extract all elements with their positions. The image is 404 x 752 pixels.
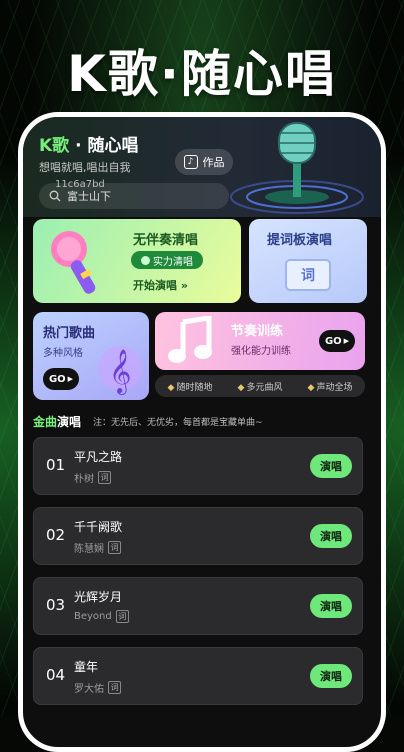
section-title-rest: 演唱 [57, 415, 82, 429]
song-number: 04 [46, 666, 66, 684]
hot-songs-go-button[interactable]: GO ▶ [43, 368, 79, 390]
tag-item: ◆ 随时随地 [168, 380, 213, 393]
music-note-art-icon [168, 316, 212, 363]
acappella-badge: 实力清唱 [131, 251, 203, 269]
section-title: 金曲演唱 [33, 413, 81, 430]
sing-button[interactable]: 演唱 [310, 664, 352, 688]
lyrics-icon[interactable]: 词 [108, 681, 121, 694]
teleprompter-board-icon: 词 [285, 259, 331, 291]
song-artist-line: 陈慧娴 词 [74, 540, 121, 555]
ticket-icon: ◆ [307, 382, 315, 393]
acappella-badge-label: 实力清唱 [153, 256, 193, 268]
song-artist-line: 朴树 词 [74, 470, 111, 485]
app-subtitle: 想唱就唱,唱出自我 [39, 161, 131, 174]
song-number: 01 [46, 456, 66, 474]
song-name: 千千阙歌 [74, 520, 123, 534]
tag-label: 声动全场 [316, 382, 353, 393]
hot-songs-title: 热门歌曲 [43, 326, 96, 341]
song-name: 童年 [74, 660, 99, 674]
music-note-icon: ♪ [183, 155, 198, 169]
hot-songs-card[interactable]: 热门歌曲 多种风格 𝄞 GO ▶ [33, 312, 149, 400]
play-triangle-icon: ▶ [343, 337, 350, 345]
section-note: 注：无先后、无优劣，每首都是宝藏单曲~ [93, 418, 263, 428]
song-name: 平凡之路 [74, 450, 123, 464]
song-number: 02 [46, 526, 66, 544]
app-title-k: K歌 [39, 136, 70, 156]
song-artist: 朴树 [74, 474, 94, 485]
rhythm-subtitle: 强化能力训练 [231, 346, 291, 357]
song-artist: 罗大佑 [74, 684, 104, 695]
acappella-card[interactable]: 无伴奏清唱 实力清唱 开始演唱 » [33, 219, 241, 303]
search-placeholder: 富士山下 [67, 190, 111, 203]
microphone-art-icon [230, 122, 364, 214]
lyrics-icon[interactable]: 词 [115, 610, 129, 623]
song-artist: Beyond [74, 611, 112, 622]
song-artist-line: 罗大佑 词 [74, 680, 121, 695]
section-title-gold: 金曲 [33, 415, 58, 429]
app-title-rest: · 随心唱 [69, 136, 139, 156]
teleprompter-card[interactable]: 提词板演唱 词 [249, 219, 367, 303]
acappella-start[interactable]: 开始演唱 » [133, 277, 188, 293]
rhythm-title: 节奏训练 [231, 324, 284, 339]
rhythm-go-button[interactable]: GO ▶ [319, 330, 355, 352]
ticket-icon: ◆ [167, 382, 175, 393]
app-title: K歌 · 随心唱 [39, 131, 138, 156]
phone-frame: K歌 · 随心唱 想唱就唱,唱出自我 ♪ 作品 富士山下 11c6a7bd 无伴… [18, 112, 386, 752]
lyrics-icon[interactable]: 词 [108, 541, 121, 554]
play-triangle-icon: ▶ [67, 375, 74, 383]
search-icon [49, 190, 61, 202]
teleprompter-title: 提词板演唱 [267, 233, 333, 248]
tag-item: ◆ 多元曲风 [238, 380, 283, 393]
microphone-icon [51, 231, 96, 294]
promo-headline: K歌·随心唱 [67, 45, 337, 103]
acappella-title: 无伴奏清唱 [133, 233, 199, 248]
sing-button[interactable]: 演唱 [310, 594, 352, 618]
rhythm-card[interactable]: 节奏训练 强化能力训练 GO ▶ [155, 312, 365, 370]
song-row[interactable]: 01 平凡之路 朴树 词 演唱 [33, 437, 363, 495]
hot-songs-subtitle: 多种风格 [43, 348, 83, 359]
tag-label: 多元曲风 [246, 382, 283, 393]
sing-button[interactable]: 演唱 [310, 524, 352, 548]
song-artist-line: Beyond 词 [74, 610, 129, 623]
search-overlay-text: 11c6a7bd [55, 179, 105, 190]
tag-item: ◆ 声动全场 [308, 380, 353, 393]
treble-clef-icon: 𝄞 [98, 346, 142, 395]
song-artist: 陈慧娴 [74, 544, 104, 555]
feature-tags: ◆ 随时随地 ◆ 多元曲风 ◆ 声动全场 [155, 375, 365, 397]
song-row[interactable]: 04 童年 罗大佑 词 演唱 [33, 647, 363, 705]
song-name: 光辉岁月 [74, 590, 123, 604]
song-row[interactable]: 02 千千阙歌 陈慧娴 词 演唱 [33, 507, 363, 565]
hot-go-label: GO [48, 373, 66, 385]
tag-label: 随时随地 [176, 382, 213, 393]
song-row[interactable]: 03 光辉岁月 Beyond 词 演唱 [33, 577, 363, 635]
ticket-icon: ◆ [237, 382, 245, 393]
sing-button[interactable]: 演唱 [310, 454, 352, 478]
teleprompter-board-char: 词 [301, 268, 315, 284]
song-number: 03 [46, 596, 66, 614]
svg-text:𝄞: 𝄞 [109, 349, 131, 395]
lyrics-icon[interactable]: 词 [98, 471, 111, 484]
rhythm-go-label: GO [324, 335, 342, 347]
